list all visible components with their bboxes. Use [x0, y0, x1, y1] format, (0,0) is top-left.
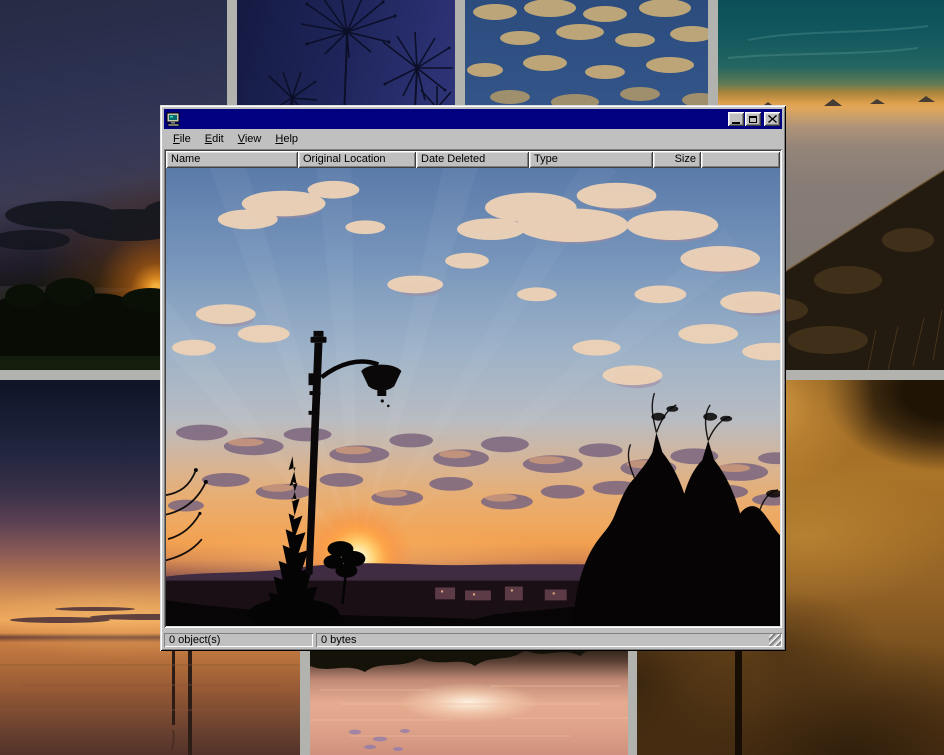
- status-bar: 0 object(s) 0 bytes: [164, 628, 782, 647]
- close-button[interactable]: [764, 112, 780, 126]
- titlebar[interactable]: [164, 109, 782, 129]
- status-size: 0 bytes: [316, 633, 782, 647]
- column-header-type[interactable]: Type: [529, 151, 653, 168]
- desktop: { "desktop": { "name": "photo-collage-wa…: [0, 0, 944, 755]
- empty-list-area-sunset-photo[interactable]: [166, 168, 780, 626]
- column-header-date-deleted[interactable]: Date Deleted: [416, 151, 529, 168]
- resize-grip[interactable]: [769, 634, 781, 646]
- menu-view[interactable]: View: [231, 131, 269, 147]
- minimize-button[interactable]: [728, 112, 744, 126]
- file-list-view: Name Original Location Date Deleted Type…: [164, 149, 782, 628]
- column-header-filler: [701, 151, 780, 168]
- computer-icon[interactable]: [166, 112, 182, 127]
- menu-file[interactable]: File: [166, 131, 198, 147]
- maximize-button[interactable]: [745, 112, 761, 126]
- column-header-size[interactable]: Size: [653, 151, 701, 168]
- menu-help[interactable]: Help: [268, 131, 305, 147]
- menu-bar: File Edit View Help: [164, 129, 782, 149]
- status-size-text: 0 bytes: [321, 634, 356, 646]
- column-header-name[interactable]: Name: [166, 151, 298, 168]
- column-header-row: Name Original Location Date Deleted Type…: [166, 151, 780, 168]
- menu-edit[interactable]: Edit: [198, 131, 231, 147]
- minimize-icon: [732, 122, 740, 124]
- maximize-icon: [749, 116, 757, 123]
- close-icon: [768, 115, 777, 123]
- column-header-original-location[interactable]: Original Location: [298, 151, 416, 168]
- status-object-count: 0 object(s): [164, 633, 313, 647]
- recycle-bin-window: File Edit View Help Name Original Locati…: [160, 105, 786, 651]
